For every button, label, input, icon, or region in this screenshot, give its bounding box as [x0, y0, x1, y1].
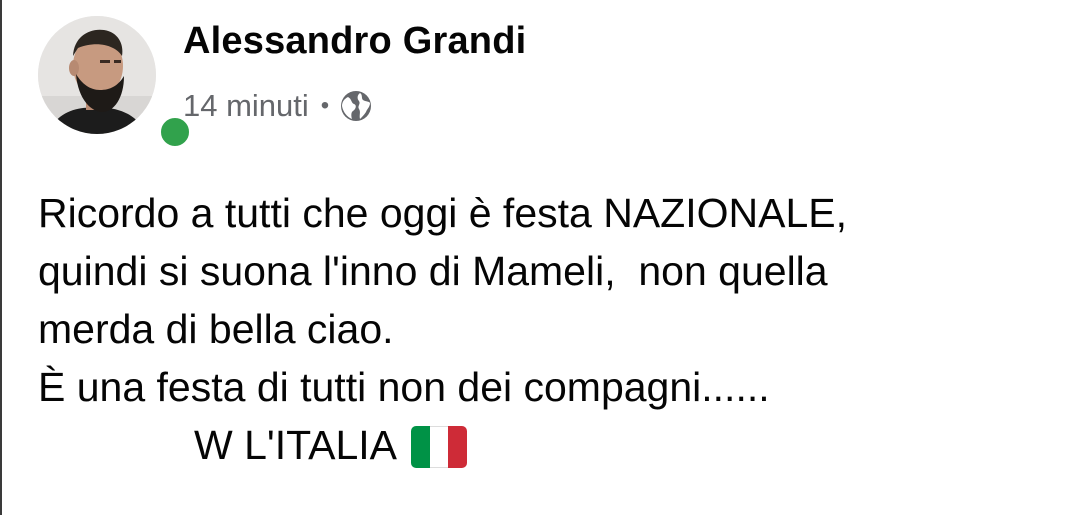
- meta-separator: •: [320, 92, 330, 119]
- author-name[interactable]: Alessandro Grandi: [183, 20, 526, 63]
- post-meta: 14 minuti •: [183, 84, 373, 128]
- post-line: merda di bella ciao.: [38, 306, 394, 352]
- profile-avatar[interactable]: [38, 16, 194, 151]
- italian-flag-icon: [411, 426, 467, 468]
- post-line: Ricordo a tutti che oggi è festa NAZIONA…: [38, 190, 847, 236]
- post-line: È una festa di tutti non dei compagni...…: [38, 364, 770, 410]
- post-line: quindi si suona l'inno di Mameli, non qu…: [38, 248, 828, 294]
- post-closing-line: W L'ITALIA: [194, 416, 1068, 474]
- flag-band-green: [411, 426, 430, 468]
- left-border: [0, 0, 2, 515]
- globe-icon[interactable]: [339, 89, 373, 123]
- flag-band-white: [430, 426, 449, 468]
- flag-band-red: [448, 426, 467, 468]
- post-body: Ricordo a tutti che oggi è festa NAZIONA…: [38, 184, 1068, 474]
- closing-text: W L'ITALIA: [194, 422, 397, 468]
- avatar-image: [38, 16, 156, 134]
- post-timestamp[interactable]: 14 minuti: [183, 88, 309, 124]
